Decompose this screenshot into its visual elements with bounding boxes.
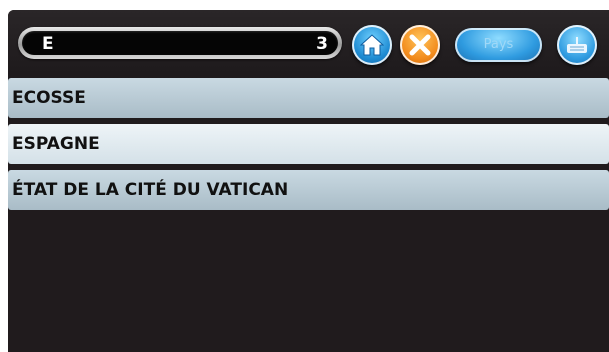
list-item-ecosse[interactable]: ECOSSE	[8, 78, 609, 118]
list-item-label: ECOSSE	[12, 88, 86, 108]
search-input[interactable]: E 3	[22, 31, 338, 55]
country-list: ECOSSE ESPAGNE ÉTAT DE LA CITÉ DU VATICA…	[8, 78, 609, 216]
home-icon	[360, 34, 384, 56]
list-item-espagne[interactable]: ESPAGNE	[8, 124, 609, 164]
screen: E 3 Pays ECOSSE ESPAGNE ÉTAT DE LA CITÉ …	[8, 10, 609, 352]
close-button[interactable]	[400, 25, 440, 65]
pays-button[interactable]: Pays	[455, 28, 542, 62]
list-item-label: ÉTAT DE LA CITÉ DU VATICAN	[12, 180, 289, 200]
search-field[interactable]: E 3	[18, 27, 342, 59]
toolbar: E 3 Pays	[8, 10, 609, 80]
keyboard-icon	[567, 37, 587, 53]
list-item-vatican[interactable]: ÉTAT DE LA CITÉ DU VATICAN	[8, 170, 609, 210]
keyboard-button[interactable]	[557, 25, 597, 65]
close-icon	[409, 34, 431, 56]
home-button[interactable]	[352, 25, 392, 65]
list-item-label: ESPAGNE	[12, 134, 100, 154]
result-count: 3	[316, 34, 328, 54]
search-value: E	[42, 34, 54, 54]
